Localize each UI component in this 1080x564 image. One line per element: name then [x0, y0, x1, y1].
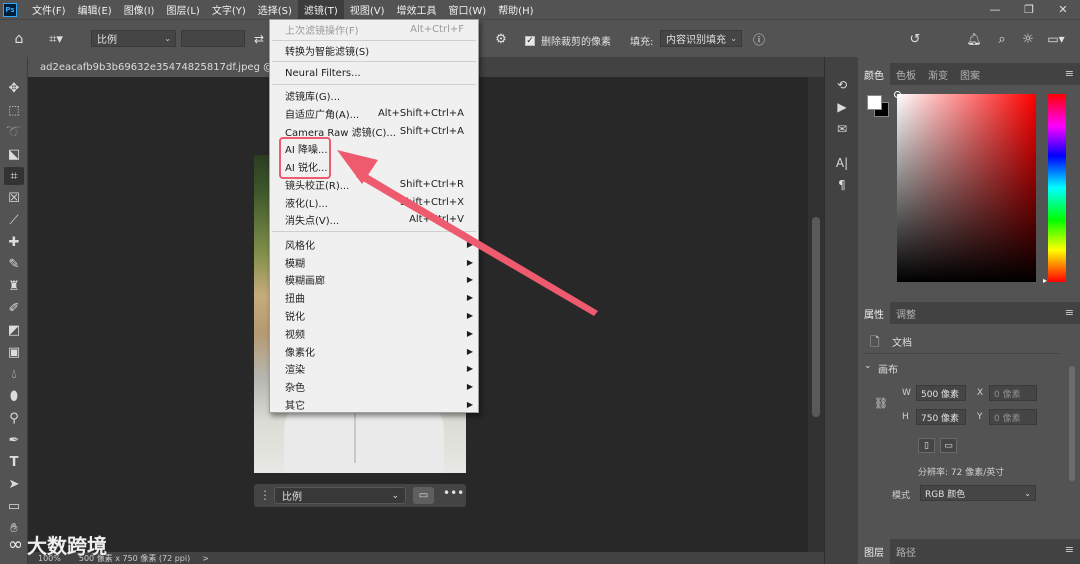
annotation-arrow-icon [337, 150, 598, 316]
watermark: ∞ 大数跨境 [8, 530, 107, 559]
watermark-text: 大数跨境 [27, 534, 107, 558]
watermark-logo-icon: ∞ [8, 534, 23, 555]
